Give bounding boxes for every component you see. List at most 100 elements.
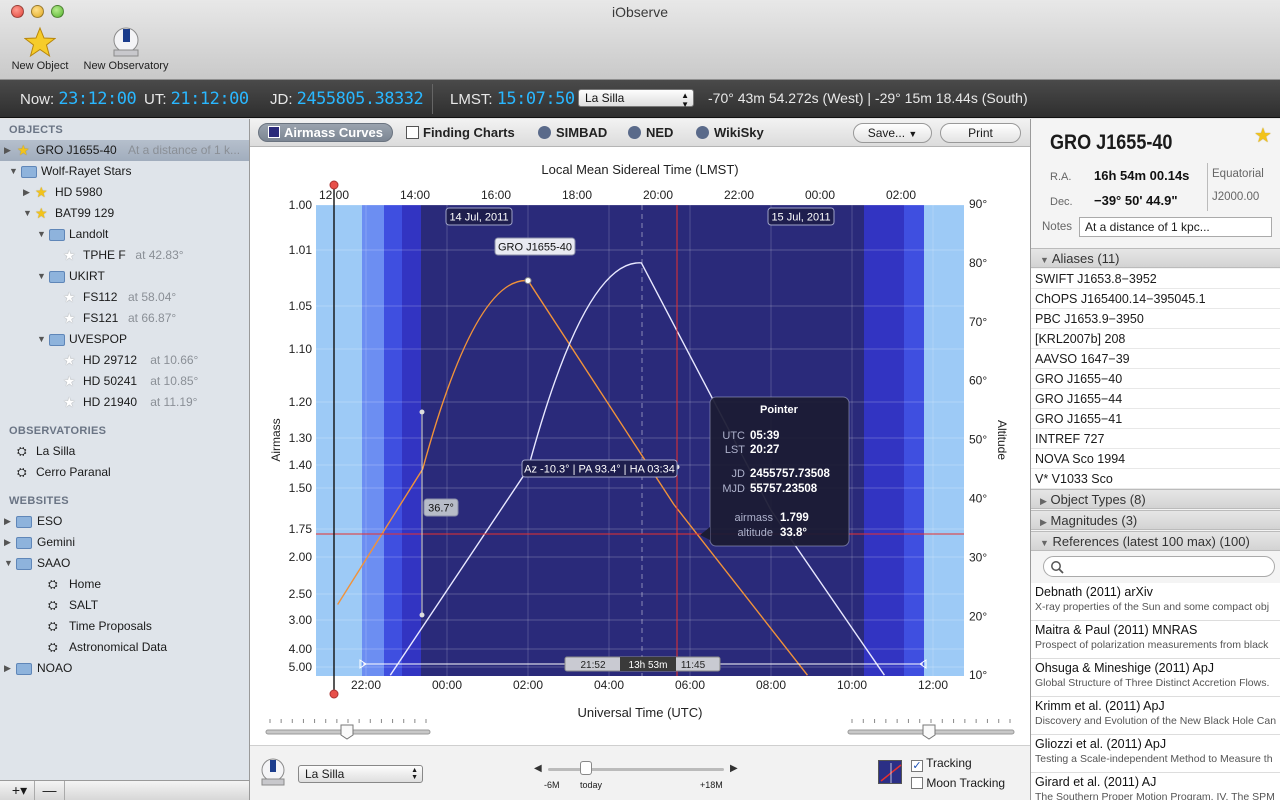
sky-map-icon[interactable]: [878, 760, 902, 784]
slider-knob[interactable]: [580, 761, 592, 775]
date-label: 14 Jul, 2011: [449, 212, 508, 224]
disclosure-triangle-icon[interactable]: ▼: [37, 266, 47, 287]
disclosure-triangle-icon[interactable]: ▶: [23, 182, 33, 203]
tab-simbad[interactable]: SIMBAD: [538, 125, 607, 140]
new-observatory-button[interactable]: New Observatory: [78, 26, 174, 72]
save-button[interactable]: Save... ▼: [853, 123, 932, 143]
y-tick-altitude: 60°: [969, 374, 987, 388]
disclosure-triangle-icon[interactable]: ▶: [4, 511, 14, 532]
sidebar-item-hd-50241[interactable]: ★ HD 50241 at 10.85°: [0, 371, 249, 392]
sidebar-item-noao[interactable]: ▶ NOAO: [0, 658, 249, 679]
sidebar-item-salt[interactable]: ⛭ SALT: [0, 595, 249, 616]
print-button[interactable]: Print: [940, 123, 1021, 143]
references-search-input[interactable]: [1043, 556, 1275, 577]
reference-title: Maitra & Paul (2011) MNRAS: [1035, 623, 1198, 637]
sidebar-item-selected-object[interactable]: ▶ ★ GRO J1655-40 At a distance of 1 k...: [0, 140, 249, 161]
new-object-button[interactable]: New Object: [8, 26, 72, 72]
tab-finding-charts[interactable]: Finding Charts: [406, 125, 515, 140]
sidebar-item-label: TPHE F: [83, 248, 126, 262]
reference-row[interactable]: Krimm et al. (2011) ApJ Discovery and Evo…: [1031, 697, 1280, 735]
alias-row[interactable]: GRO J1655−40: [1031, 369, 1280, 389]
remove-button[interactable]: —: [35, 781, 65, 800]
add-button[interactable]: +▾: [5, 781, 35, 800]
notes-field[interactable]: At a distance of 1 kpc...: [1079, 217, 1272, 237]
sidebar-item-bat99-129[interactable]: ▼ ★ BAT99 129: [0, 203, 249, 224]
left-zoom-slider-knob[interactable]: [340, 724, 354, 740]
sidebar-item-cerro-paranal[interactable]: ⛭ Cerro Paranal: [0, 462, 249, 483]
website-label: SALT: [69, 598, 99, 612]
sidebar-item-home[interactable]: ⛭ Home: [0, 574, 249, 595]
sidebar-item-ukirt[interactable]: ▼ UKIRT: [0, 266, 249, 287]
date-slider[interactable]: ◀ ▶ -6M today +18M: [534, 761, 740, 793]
reference-title: Gliozzi et al. (2011) ApJ: [1035, 737, 1167, 751]
sidebar-item-label: BAT99 129: [55, 206, 115, 220]
sidebar-item-uvespop[interactable]: ▼ UVESPOP: [0, 329, 249, 350]
disclosure-triangle-icon[interactable]: ▶: [4, 658, 14, 679]
sidebar-item-gemini[interactable]: ▶ Gemini: [0, 532, 249, 553]
sidebar-item-hd-29712[interactable]: ★ HD 29712 at 10.66°: [0, 350, 249, 371]
reference-row[interactable]: Maitra & Paul (2011) MNRAS Prospect of po…: [1031, 621, 1280, 659]
alias-row[interactable]: INTREF 727: [1031, 429, 1280, 449]
epoch-label: J2000.00: [1212, 191, 1260, 203]
reference-row[interactable]: Girard et al. (2011) AJ The Southern Prop…: [1031, 773, 1280, 800]
reference-row[interactable]: Gliozzi et al. (2011) ApJ Testing a Scale…: [1031, 735, 1280, 773]
sidebar-item-eso[interactable]: ▶ ESO: [0, 511, 249, 532]
moon-tracking-checkbox[interactable]: Moon Tracking: [911, 776, 1005, 790]
tab-wikisky[interactable]: WikiSky: [696, 125, 764, 140]
alias-row[interactable]: GRO J1655−44: [1031, 389, 1280, 409]
pointer-info-label: Az -10.3° | PA 93.4° | HA 03:34: [524, 464, 675, 476]
sidebar-item-landolt[interactable]: ▼ Landolt: [0, 224, 249, 245]
sidebar-item-hd-21940[interactable]: ★ HD 21940 at 11.19°: [0, 392, 249, 413]
observatory-select[interactable]: La Silla ▲ ▼: [578, 89, 694, 109]
disclosure-triangle-icon[interactable]: ▼: [23, 203, 33, 224]
sidebar-item-la-silla[interactable]: ⛭ La Silla: [0, 441, 249, 462]
title-bar: iObserve New Object New Observatory: [0, 0, 1280, 80]
x-tick-bottom: 12:00: [918, 678, 948, 692]
favorite-star-icon[interactable]: ★: [1254, 123, 1272, 148]
x-tick-top: 18:00: [562, 188, 592, 202]
alias-row[interactable]: V* V1033 Sco: [1031, 469, 1280, 489]
sidebar-item-fs112[interactable]: ★ FS112 at 58.04°: [0, 287, 249, 308]
disclosure-triangle-icon[interactable]: ▶: [4, 532, 14, 553]
sidebar-item-saao[interactable]: ▼ SAAO: [0, 553, 249, 574]
now-handle-bottom[interactable]: [329, 689, 339, 699]
alias-row[interactable]: [KRL2007b] 208: [1031, 329, 1280, 349]
alias-row[interactable]: GRO J1655−41: [1031, 409, 1280, 429]
sidebar-item-hd-5980[interactable]: ▶ ★ HD 5980: [0, 182, 249, 203]
sidebar-item-time-proposals[interactable]: ⛭ Time Proposals: [0, 616, 249, 637]
airmass-chart[interactable]: Local Mean Sidereal Time (LMST) Universal…: [250, 147, 1030, 745]
right-zoom-slider-knob[interactable]: [922, 724, 936, 740]
x-tick-bottom: 02:00: [513, 678, 543, 692]
disclosure-triangle-icon[interactable]: ▼: [37, 329, 47, 350]
alias-row[interactable]: SWIFT J1653.8−3952: [1031, 269, 1280, 289]
reference-row[interactable]: Debnath (2011) arXiv X-ray properties of …: [1031, 583, 1280, 621]
disclosure-triangle-icon[interactable]: ▼: [4, 553, 14, 574]
lmst-value: 15:07:50: [496, 89, 575, 109]
sidebar-item-tphe-f[interactable]: ★ TPHE F at 42.83°: [0, 245, 249, 266]
alias-row[interactable]: ChOPS J165400.14−395045.1: [1031, 289, 1280, 309]
sidebar-item-fs121[interactable]: ★ FS121 at 66.87°: [0, 308, 249, 329]
alias-row[interactable]: PBC J1653.9−3950: [1031, 309, 1280, 329]
slider-right-arrow-icon[interactable]: ▶: [730, 763, 738, 774]
pointer-value-lst: 20:27: [750, 444, 779, 456]
sidebar-item-astronomical-data[interactable]: ⛭ Astronomical Data: [0, 637, 249, 658]
alias-row[interactable]: AAVSO 1647−39: [1031, 349, 1280, 369]
aliases-section-header[interactable]: ▼ Aliases (11): [1031, 248, 1280, 268]
reference-subtitle: Prospect of polarization measurements fr…: [1035, 639, 1269, 651]
sidebar-item-wolf-rayet-stars[interactable]: ▼ Wolf-Rayet Stars: [0, 161, 249, 182]
slider-left-arrow-icon[interactable]: ◀: [534, 763, 542, 774]
sky-map-glyph: [880, 763, 902, 783]
y-tick-airmass: 1.10: [289, 342, 313, 356]
tab-ned[interactable]: NED: [628, 125, 673, 140]
object-types-section-header[interactable]: ▶ Object Types (8): [1031, 489, 1280, 509]
magnitudes-section-header[interactable]: ▶ Magnitudes (3): [1031, 510, 1280, 530]
disclosure-triangle-icon[interactable]: ▼: [37, 224, 47, 245]
alias-row[interactable]: NOVA Sco 1994: [1031, 449, 1280, 469]
tab-airmass-curves[interactable]: Airmass Curves: [258, 123, 393, 142]
observatory-popup[interactable]: La Silla ▲ ▼: [298, 765, 423, 783]
tracking-checkbox[interactable]: ✓ Tracking: [911, 756, 972, 772]
reference-row[interactable]: Ohsuga & Mineshige (2011) ApJ Global Stru…: [1031, 659, 1280, 697]
references-section-header[interactable]: ▼ References (latest 100 max) (100): [1031, 531, 1280, 551]
disclosure-triangle-icon[interactable]: ▼: [9, 161, 19, 182]
disclosure-triangle-icon[interactable]: ▶: [4, 140, 14, 161]
